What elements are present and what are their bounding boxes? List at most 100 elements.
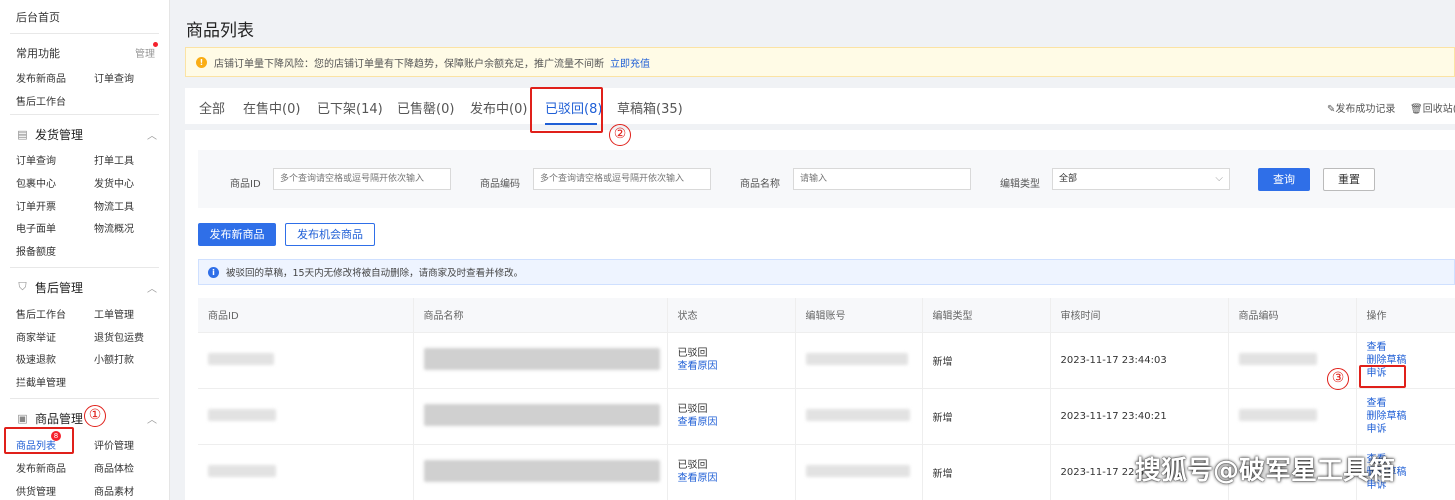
annotation-number-2: ② — [609, 124, 631, 146]
recycle-bin-link[interactable]: 🗑回收站( — [1410, 100, 1455, 115]
warning-banner: ! 店铺订单量下降风险：您的店铺订单量有下降趋势，保障账户余额充足，推广流量不间… — [185, 47, 1455, 77]
sidebar-item[interactable]: 打单工具 — [94, 152, 134, 167]
redacted-product-name — [423, 403, 660, 426]
chevron-down-icon: ⌵ — [1215, 173, 1223, 184]
filter-label: 商品名称 — [740, 179, 780, 190]
section-shipping[interactable]: ▤ 发货管理 ︿ — [16, 126, 157, 142]
trash-icon: 🗑 — [1410, 104, 1423, 115]
appeal-link[interactable]: 申诉 — [1367, 423, 1455, 436]
sidebar-item[interactable]: 报备额度 — [16, 243, 56, 258]
sidebar-item[interactable]: 物流概况 — [94, 220, 134, 235]
sidebar-item-publish-new[interactable]: 发布新商品 — [16, 70, 66, 85]
column-header: 商品名称 — [413, 298, 668, 333]
publish-record-link[interactable]: ✎发布成功记录 — [1327, 100, 1395, 115]
sidebar-item[interactable]: 退货包运费 — [94, 329, 144, 344]
filter-label: 商品ID — [230, 179, 261, 190]
document-icon: ▤ — [17, 127, 28, 141]
status-text: 已驳回 — [677, 404, 708, 415]
product-name-input[interactable] — [793, 168, 971, 190]
box-icon: ▣ — [17, 411, 28, 425]
sidebar-item[interactable]: 电子面单 — [16, 220, 56, 235]
column-header: 商品ID — [198, 298, 414, 333]
delete-draft-link[interactable]: 删除草稿 — [1367, 410, 1455, 423]
annotation-number-1: ① — [84, 405, 106, 427]
sidebar-item-aftersale-desk[interactable]: 售后工作台 — [16, 93, 66, 108]
annotation-box-appeal — [1359, 365, 1406, 388]
shield-icon: ⛉ — [18, 280, 27, 293]
product-id-input[interactable] — [273, 168, 451, 190]
column-header: 编辑账号 — [795, 298, 923, 333]
table-row: 已驳回 查看原因 新增 2023-11-17 23:44:03 查看 删除草稿 申诉 — [198, 332, 1455, 389]
sidebar-item[interactable]: 商品素材 — [94, 483, 134, 498]
column-header: 审核时间 — [1050, 298, 1229, 333]
section-title: 商品管理 — [35, 411, 84, 426]
sidebar-item[interactable]: 物流工具 — [94, 198, 134, 213]
query-button[interactable]: 查询 — [1258, 168, 1310, 191]
tab-on-sale[interactable]: 在售中(0) — [243, 98, 300, 117]
sidebar-item[interactable]: 工单管理 — [94, 306, 134, 321]
filter-label: 商品编码 — [480, 179, 520, 190]
section-title: 发货管理 — [35, 127, 84, 142]
section-aftersale[interactable]: ⛉ 售后管理 ︿ — [16, 279, 157, 295]
recharge-link[interactable]: 立即充值 — [610, 55, 650, 70]
view-link[interactable]: 查看 — [1367, 397, 1455, 410]
edit-type-select[interactable]: 全部 ⌵ — [1052, 168, 1230, 190]
info-text: 被驳回的草稿，15天内无修改将被自动删除，请商家及时查看并修改。 — [226, 268, 524, 279]
view-reason-link[interactable]: 查看原因 — [678, 472, 795, 485]
view-reason-link[interactable]: 查看原因 — [678, 416, 795, 429]
sidebar-item[interactable]: 供货管理 — [16, 483, 56, 498]
sidebar-item[interactable]: 商家举证 — [16, 329, 56, 344]
status-text: 已驳回 — [677, 348, 708, 359]
sidebar-item[interactable]: 发货中心 — [94, 175, 134, 190]
redacted-product-id — [208, 464, 276, 477]
page-title: 商品列表 — [186, 21, 254, 41]
reset-button[interactable]: 重置 — [1323, 168, 1375, 191]
watermark-text: 搜狐号@破军星工具箱 — [1135, 456, 1396, 486]
table-header: 商品ID 商品名称 状态 编辑账号 编辑类型 审核时间 商品编码 操作 — [198, 298, 1455, 333]
review-time-cell: 2023-11-17 23:44:03 — [1050, 332, 1229, 389]
sidebar-item[interactable]: 售后工作台 — [16, 306, 66, 321]
chevron-up-icon[interactable]: ︿ — [147, 127, 157, 142]
redacted-editor-account — [805, 464, 910, 477]
edit-type-cell: 新增 — [922, 332, 1051, 389]
redacted-product-name — [423, 347, 660, 370]
sidebar-item[interactable]: 发布新商品 — [16, 460, 66, 475]
sidebar-item[interactable]: 商品体检 — [94, 460, 134, 475]
divider — [10, 398, 159, 399]
view-link[interactable]: 查看 — [1367, 341, 1455, 354]
tab-off-shelf[interactable]: 已下架(14) — [317, 98, 383, 117]
info-banner: i 被驳回的草稿，15天内无修改将被自动删除，请商家及时查看并修改。 — [198, 259, 1455, 285]
product-code-input[interactable] — [533, 168, 711, 190]
sidebar-item[interactable]: 订单查询 — [16, 152, 56, 167]
column-header: 商品编码 — [1228, 298, 1357, 333]
divider — [10, 33, 159, 34]
redacted-product-code — [1238, 408, 1317, 421]
chevron-up-icon[interactable]: ︿ — [147, 280, 157, 295]
sidebar-item[interactable]: 评价管理 — [94, 437, 134, 452]
sidebar-home-link[interactable]: 后台首页 — [16, 9, 60, 25]
warning-text: 店铺订单量下降风险：您的店铺订单量有下降趋势，保障账户余额充足，推广流量不间断 — [214, 58, 604, 70]
publish-new-button[interactable]: 发布新商品 — [198, 223, 276, 246]
redacted-product-id — [208, 408, 276, 421]
sidebar-item[interactable]: 包裹中心 — [16, 175, 56, 190]
tab-drafts[interactable]: 草稿箱(35) — [617, 98, 683, 117]
chevron-up-icon[interactable]: ︿ — [147, 411, 157, 426]
warning-icon: ! — [196, 56, 207, 68]
annotation-number-3: ③ — [1327, 368, 1349, 390]
sidebar-item[interactable]: 小额打款 — [94, 351, 134, 366]
view-reason-link[interactable]: 查看原因 — [678, 360, 795, 373]
tab-publishing[interactable]: 发布中(0) — [470, 98, 527, 117]
sidebar-item[interactable]: 拦截单管理 — [16, 374, 66, 389]
tab-sold-out[interactable]: 已售罄(0) — [397, 98, 454, 117]
sidebar-item[interactable]: 订单开票 — [16, 198, 56, 213]
edit-type-cell: 新增 — [922, 388, 1051, 445]
common-functions-title: 常用功能 — [16, 47, 60, 60]
common-manage-link[interactable]: 管理 — [135, 45, 155, 60]
tab-all[interactable]: 全部 — [199, 98, 225, 117]
sidebar-item[interactable]: 极速退款 — [16, 351, 56, 366]
publish-opportunity-button[interactable]: 发布机会商品 — [285, 223, 375, 246]
section-title: 售后管理 — [35, 280, 84, 295]
status-text: 已驳回 — [677, 460, 708, 471]
sidebar-item-order-query[interactable]: 订单查询 — [94, 70, 134, 85]
sidebar: 后台首页 常用功能 管理 发布新商品 订单查询 售后工作台 ▤ 发货管理 ︿ 订… — [0, 0, 170, 500]
